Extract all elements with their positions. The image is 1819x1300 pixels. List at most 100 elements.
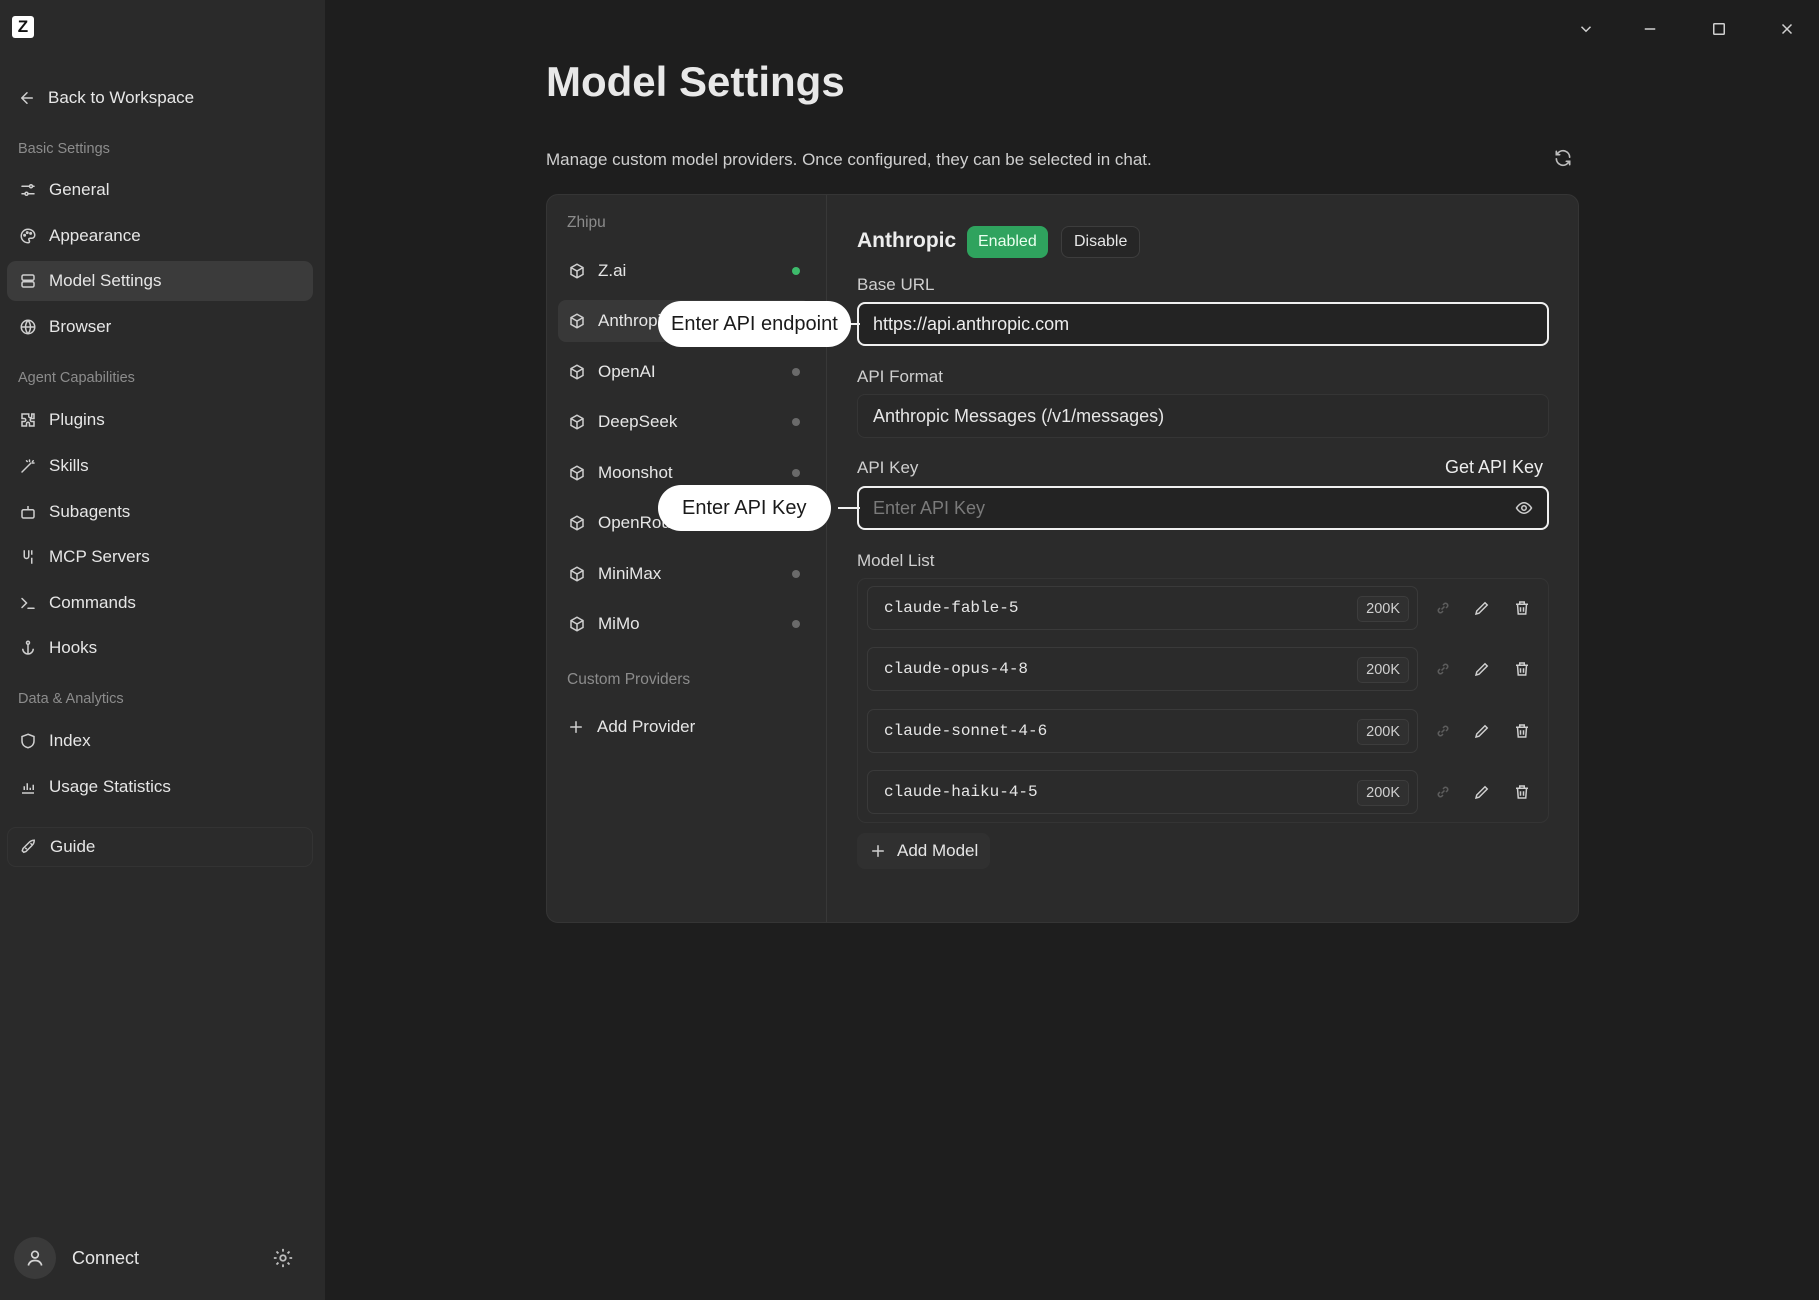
model-row: claude-opus-4-8 200K (867, 647, 1418, 691)
sidebar-item-skills[interactable]: Skills (7, 446, 313, 486)
api-key-input[interactable] (873, 497, 1473, 519)
gear-icon[interactable] (272, 1247, 294, 1269)
arrow-left-icon (18, 89, 36, 107)
sidebar-item-plugins[interactable]: Plugins (7, 400, 313, 440)
provider-item-mimo[interactable]: MiMo (558, 603, 810, 645)
model-name: claude-opus-4-8 (884, 660, 1029, 678)
minimize-icon[interactable] (1637, 16, 1663, 42)
base-url-label: Base URL (857, 275, 935, 294)
eye-icon[interactable] (1515, 499, 1533, 517)
plus-icon (869, 842, 887, 860)
context-badge: 200K (1357, 657, 1409, 683)
status-dot (792, 418, 800, 426)
plus-icon (567, 718, 585, 736)
sidebar-item-label: Model Settings (49, 271, 162, 290)
section-data-analytics: Data & Analytics (18, 691, 124, 707)
cube-icon (568, 464, 586, 482)
close-icon[interactable] (1774, 16, 1800, 42)
api-key-field[interactable] (857, 486, 1549, 530)
provider-label: MiMo (598, 614, 640, 633)
connect-label: Connect (72, 1247, 140, 1268)
sidebar-item-label: Subagents (49, 502, 131, 521)
disable-button[interactable]: Disable (1061, 226, 1141, 258)
add-model-button[interactable]: Add Model (857, 833, 991, 869)
provider-label: OpenAI (598, 362, 656, 381)
sidebar-item-index[interactable]: Index (7, 721, 313, 761)
sidebar-item-usage-statistics[interactable]: Usage Statistics (7, 767, 313, 807)
avatar (14, 1237, 56, 1279)
sidebar-item-label: Browser (49, 317, 112, 336)
callout-endpoint: Enter API endpoint (658, 301, 851, 347)
sidebar-item-guide[interactable]: Guide (7, 827, 313, 867)
status-badge: Enabled (967, 226, 1048, 258)
sidebar-item-browser[interactable]: Browser (7, 307, 313, 347)
connect-button[interactable]: Connect (14, 1237, 139, 1279)
provider-item-openai[interactable]: OpenAI (558, 351, 810, 393)
sidebar-item-label: Guide (50, 837, 96, 856)
sidebar: Z Back to Workspace Basic Settings Gener… (0, 0, 325, 1300)
maximize-icon[interactable] (1706, 16, 1732, 42)
palette-icon (19, 227, 37, 245)
trash-icon[interactable] (1513, 783, 1531, 801)
trash-icon[interactable] (1513, 599, 1531, 617)
base-url-field[interactable]: https://api.anthropic.com (857, 302, 1549, 346)
sidebar-item-subagents[interactable]: Subagents (7, 492, 313, 532)
link-icon[interactable] (1434, 722, 1452, 740)
context-badge: 200K (1357, 719, 1409, 745)
back-to-workspace-link[interactable]: Back to Workspace (18, 84, 194, 112)
page-title: Model Settings (546, 58, 845, 105)
terminal-icon (19, 594, 37, 612)
cube-icon (568, 514, 586, 532)
shield-icon (19, 732, 37, 750)
anchor-icon (19, 639, 37, 657)
status-dot (792, 620, 800, 628)
api-format-value: Anthropic Messages (/v1/messages) (873, 405, 1165, 426)
model-row: claude-haiku-4-5 200K (867, 770, 1418, 814)
cube-icon (568, 565, 586, 583)
sidebar-item-label: Skills (49, 456, 89, 475)
provider-item-deepseek[interactable]: DeepSeek (558, 401, 810, 443)
sidebar-item-mcp-servers[interactable]: MCP Servers (7, 537, 313, 577)
provider-label: DeepSeek (598, 412, 678, 431)
api-format-select[interactable]: Anthropic Messages (/v1/messages) (857, 394, 1549, 438)
cube-icon (568, 262, 586, 280)
edit-icon[interactable] (1473, 722, 1491, 740)
base-url-value: https://api.anthropic.com (873, 313, 1070, 334)
link-icon[interactable] (1434, 660, 1452, 678)
api-format-label: API Format (857, 367, 943, 386)
sidebar-item-commands[interactable]: Commands (7, 583, 313, 623)
edit-icon[interactable] (1473, 660, 1491, 678)
provider-item-zai[interactable]: Z.ai (558, 250, 810, 292)
sidebar-item-appearance[interactable]: Appearance (7, 216, 313, 256)
sidebar-item-general[interactable]: General (7, 170, 313, 210)
status-dot (792, 469, 800, 477)
link-icon[interactable] (1434, 599, 1452, 617)
trash-icon[interactable] (1513, 722, 1531, 740)
sidebar-item-label: MCP Servers (49, 547, 150, 566)
section-agent-capabilities: Agent Capabilities (18, 370, 135, 386)
callout-connector (838, 507, 860, 509)
refresh-icon[interactable] (1553, 148, 1573, 168)
context-badge: 200K (1357, 596, 1409, 622)
provider-item-minimax[interactable]: MiniMax (558, 553, 810, 595)
trash-icon[interactable] (1513, 660, 1531, 678)
edit-icon[interactable] (1473, 599, 1491, 617)
custom-providers-label: Custom Providers (567, 671, 691, 688)
sliders-icon (19, 181, 37, 199)
add-model-label: Add Model (897, 841, 979, 860)
link-icon[interactable] (1434, 783, 1452, 801)
sidebar-item-hooks[interactable]: Hooks (7, 628, 313, 668)
edit-icon[interactable] (1473, 783, 1491, 801)
status-dot (792, 368, 800, 376)
get-api-key-link[interactable]: Get API Key (1445, 457, 1543, 478)
sidebar-item-label: General (49, 180, 110, 199)
cube-icon (568, 615, 586, 633)
add-provider-label: Add Provider (597, 717, 696, 736)
sidebar-item-model-settings[interactable]: Model Settings (7, 261, 313, 301)
add-provider-button[interactable]: Add Provider (567, 715, 695, 739)
provider-label: MiniMax (598, 564, 662, 583)
status-dot (792, 267, 800, 275)
sidebar-item-label: Appearance (49, 226, 141, 245)
chevron-down-icon[interactable] (1573, 16, 1599, 42)
sidebar-item-label: Usage Statistics (49, 777, 171, 796)
